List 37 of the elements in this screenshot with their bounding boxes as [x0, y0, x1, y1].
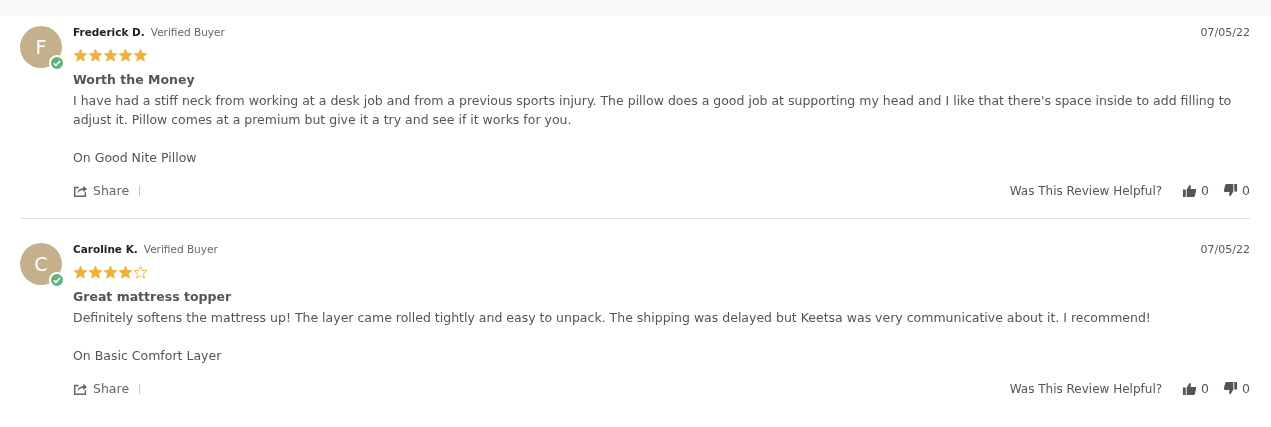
star-icon: [133, 48, 148, 63]
star-icon: [88, 48, 103, 63]
avatar: F: [20, 26, 62, 68]
downvote-button[interactable]: 0: [1223, 381, 1250, 396]
thumbs-up-icon: [1182, 183, 1198, 198]
review-date: 07/05/22: [1200, 26, 1250, 39]
upvote-button[interactable]: 0: [1182, 183, 1210, 198]
star-icon: [118, 48, 133, 63]
review-text: I have had a stiff neck from working at a desk job and from a previous sports injury. The pillow does a good job at supporting my head and I like that there's space inside to add filling to adjust it. Pillow comes at a premium but give it a try and see if it works for you.: [73, 92, 1233, 129]
product-name: On Good Nite Pillow: [73, 150, 198, 165]
review-title: Worth the Money: [73, 72, 196, 87]
review-title: Great mattress topper: [73, 289, 233, 304]
star-icon: [73, 265, 88, 280]
share-link[interactable]: Share: [73, 381, 130, 396]
review-text: Definitely softens the mattress up! The layer came rolled tightly and easy to unpack. The shipping was delayed but Keetsa was very communicative about it. I recommend!: [73, 309, 1152, 327]
share-icon: [73, 382, 88, 395]
thumbs-down-icon: [1223, 183, 1239, 198]
reviewer-name: Frederick D.: [73, 26, 145, 38]
share-link[interactable]: Share: [73, 183, 130, 198]
helpful-prompt: Was This Review Helpful?: [1009, 183, 1163, 198]
verified-buyer-label: Verified Buyer: [143, 243, 218, 255]
thumbs-up-icon: [1182, 381, 1198, 396]
star-icon: [88, 265, 103, 280]
product-name: On Basic Comfort Layer: [73, 348, 223, 363]
star-icon: [103, 265, 118, 280]
star-icon: [118, 265, 133, 280]
reviewer-name: Caroline K.: [73, 243, 138, 255]
verified-buyer-label: Verified Buyer: [150, 26, 225, 38]
avatar: C: [20, 243, 62, 285]
star-icon: [73, 48, 88, 63]
helpful-prompt: Was This Review Helpful?: [1009, 381, 1163, 396]
upvote-button[interactable]: 0: [1182, 381, 1210, 396]
share-icon: [73, 184, 88, 197]
star-icon: [103, 48, 118, 63]
thumbs-down-icon: [1223, 381, 1239, 396]
review-date: 07/05/22: [1200, 243, 1250, 256]
downvote-button[interactable]: 0: [1223, 183, 1250, 198]
